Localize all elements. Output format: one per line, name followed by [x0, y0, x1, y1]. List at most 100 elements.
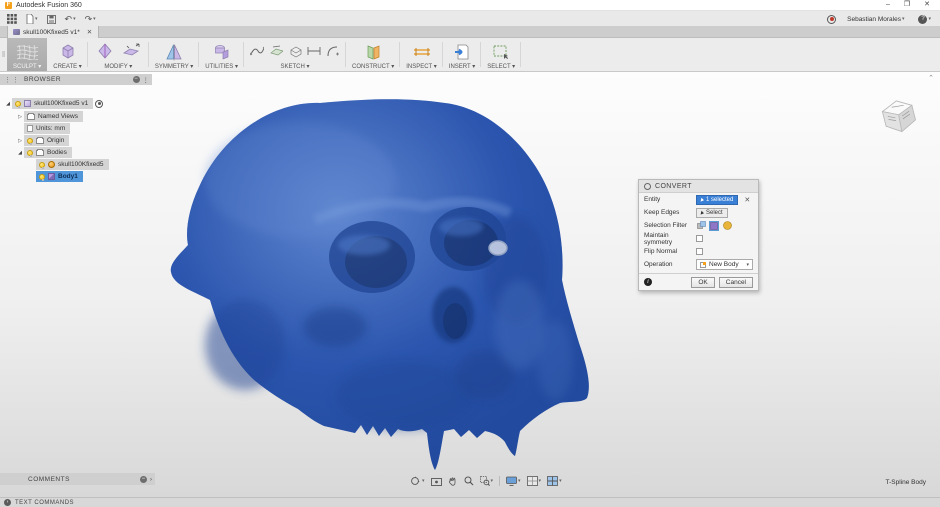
user-account-menu[interactable]: Sebastian Morales ▾ — [844, 13, 907, 25]
utilities-icon — [213, 44, 231, 61]
ribbon-menu-modify[interactable]: MODIFY ▾ — [88, 38, 149, 71]
grid-snaps-button[interactable]: ▾ — [525, 475, 544, 487]
browser-panel-header[interactable]: ⋮⋮ BROWSER − ⋮ — [0, 74, 152, 85]
gear-icon — [644, 183, 651, 190]
entity-selected-button[interactable]: 1 selected — [696, 195, 738, 205]
orbit-button[interactable]: ▾ — [408, 475, 427, 487]
tree-item-mesh-body[interactable]: skull100Kfixed5 — [36, 159, 109, 170]
tree-item-bodies[interactable]: ◢ Bodies — [16, 147, 72, 158]
include-3d-icon — [288, 44, 302, 58]
ribbon-menu-label: INSERT ▾ — [449, 63, 475, 70]
ok-button[interactable]: OK — [691, 277, 714, 288]
tree-item-root[interactable]: ◢ skull100Kfixed5 v1 — [4, 98, 103, 109]
application-toolbar: ▾ ↶▾ ↷▾ Sebastian Morales ▾ ? ▾ — [0, 12, 940, 26]
ribbon-menu-construct[interactable]: CONSTRUCT ▾ — [346, 38, 400, 71]
tree-item-units[interactable]: Units: mm — [24, 123, 70, 134]
visibility-bulb-icon[interactable] — [27, 150, 33, 156]
visibility-bulb-icon[interactable] — [39, 174, 45, 180]
tree-item-label: skull100Kfixed5 — [58, 161, 104, 168]
tree-item-origin[interactable]: ▷ Origin — [16, 135, 69, 146]
collapse-arrow-icon[interactable]: ◢ — [16, 150, 24, 156]
collapse-panel-icon[interactable]: − — [133, 76, 140, 83]
operation-label: Operation — [644, 261, 696, 268]
help-menu-button[interactable]: ? ▾ — [915, 13, 934, 25]
display-settings-button[interactable]: ▾ — [504, 475, 523, 487]
viewports-button[interactable]: ▾ — [545, 475, 564, 487]
document-tab[interactable]: skull100Kfixed5 v1* ✕ — [7, 26, 99, 38]
ribbon-menu-select[interactable]: SELECT ▾ — [481, 38, 521, 71]
view-cube[interactable] — [866, 84, 930, 148]
ribbon-menu-inspect[interactable]: INSPECT ▾ — [400, 38, 443, 71]
collapse-arrow-icon[interactable]: ◢ — [4, 101, 12, 107]
data-panel-toggle-button[interactable] — [4, 13, 20, 25]
visibility-bulb-icon[interactable] — [15, 101, 21, 107]
title-bar: F Autodesk Fusion 360 – ❐ ✕ — [0, 0, 940, 11]
chevron-down-icon: ▾ — [539, 478, 542, 484]
save-icon — [47, 15, 56, 24]
info-icon[interactable]: i — [644, 278, 652, 286]
keep-edges-select-button[interactable]: Select — [696, 208, 728, 218]
operation-dropdown[interactable]: New Body ▾ — [696, 259, 753, 270]
fit-button[interactable]: ▾ — [478, 475, 496, 487]
expand-arrow-icon[interactable]: ▷ — [16, 138, 24, 144]
file-menu-button[interactable]: ▾ — [23, 13, 41, 25]
visibility-bulb-icon[interactable] — [27, 138, 33, 144]
chevron-down-icon: ▾ — [422, 478, 425, 484]
visibility-bulb-icon[interactable] — [39, 162, 45, 168]
minimize-button[interactable]: – — [886, 0, 890, 10]
ribbon-menu-sketch[interactable]: SKETCH ▾ — [244, 38, 346, 71]
filter-mesh-body-icon[interactable] — [722, 221, 732, 231]
text-commands-label[interactable]: TEXT COMMANDS — [15, 500, 74, 506]
collapse-panel-icon[interactable]: − — [140, 476, 147, 483]
zoom-button[interactable] — [462, 475, 476, 487]
expand-panel-icon[interactable]: › — [150, 476, 152, 483]
drag-grip-icon[interactable]: ⋮⋮ — [0, 76, 24, 84]
chevron-up-icon[interactable]: ⌃ — [928, 74, 934, 82]
maintain-symmetry-checkbox[interactable] — [696, 235, 703, 242]
ribbon-menu-create[interactable]: CREATE ▾ — [47, 38, 88, 71]
skull-tspline-model[interactable] — [165, 95, 605, 485]
redo-button[interactable]: ↷▾ — [82, 13, 99, 25]
tree-item-label: Named Views — [38, 113, 78, 120]
ribbon-menu-symmetry[interactable]: SYMMETRY ▾ — [149, 38, 199, 71]
viewports-icon — [547, 476, 558, 486]
convert-dialog-titlebar[interactable]: CONVERT — [639, 180, 758, 193]
ribbon-menu-insert[interactable]: INSERT ▾ — [443, 38, 481, 71]
record-button[interactable] — [827, 15, 836, 24]
close-button[interactable]: ✕ — [924, 0, 930, 10]
comments-panel-header[interactable]: COMMENTS − › — [0, 473, 155, 485]
orbit-icon — [410, 476, 421, 486]
panel-menu-icon[interactable]: ⋮ — [143, 76, 150, 84]
user-name: Sebastian Morales — [847, 16, 901, 23]
tree-item-named-views[interactable]: ▷ Named Views — [16, 111, 83, 122]
cancel-button[interactable]: Cancel — [719, 277, 753, 288]
tab-close-icon[interactable]: ✕ — [87, 28, 92, 36]
comments-title: COMMENTS — [0, 476, 70, 483]
activate-component-icon[interactable] — [95, 100, 103, 108]
folder-icon — [27, 114, 35, 120]
tree-item-label: Units: mm — [36, 125, 65, 132]
cursor-icon — [701, 197, 705, 202]
file-icon — [26, 14, 34, 24]
ribbon-tab-sculpt[interactable]: SCULPT ▾ — [7, 38, 47, 71]
model-viewport[interactable]: ⌃ — [0, 72, 940, 497]
toolbar-drag-handle[interactable]: ‖ — [0, 38, 7, 71]
flip-normal-checkbox[interactable] — [696, 248, 703, 255]
filter-group-icon[interactable] — [696, 221, 706, 231]
look-at-button[interactable] — [429, 475, 444, 487]
filter-tspline-body-icon[interactable] — [709, 221, 719, 231]
clear-selection-icon[interactable]: ✕ — [744, 196, 750, 204]
convert-dialog: CONVERT Entity 1 selected ✕ Keep Edges — [638, 179, 759, 291]
pan-hand-icon — [448, 476, 458, 486]
ribbon-menu-label: SELECT ▾ — [487, 63, 515, 70]
save-button[interactable] — [44, 13, 59, 25]
restore-button[interactable]: ❐ — [904, 0, 910, 10]
construct-plane-icon — [364, 44, 382, 61]
tree-item-body1-selected[interactable]: Body1 — [36, 171, 83, 182]
pan-button[interactable] — [446, 475, 460, 487]
ribbon-menu-utilities[interactable]: UTILITIES ▾ — [199, 38, 244, 71]
undo-button[interactable]: ↶▾ — [62, 13, 79, 25]
expand-arrow-icon[interactable]: ▷ — [16, 114, 24, 120]
text-commands-icon[interactable]: › — [4, 499, 11, 506]
fusion-logo-icon: F — [5, 2, 12, 9]
